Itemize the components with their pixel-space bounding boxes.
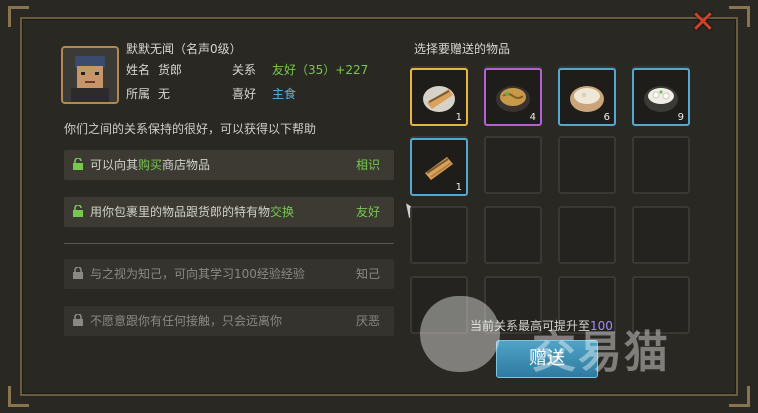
help-row-text: 可以向其购买商店物品 xyxy=(90,158,211,172)
watermark-text: 交易猫 xyxy=(532,327,670,378)
inventory-slot[interactable] xyxy=(632,206,690,264)
inventory-slot[interactable] xyxy=(484,136,542,194)
gift-item-slot[interactable]: 6 xyxy=(558,68,616,126)
relation-tag: 厌恶 xyxy=(355,314,380,328)
inventory-slot[interactable] xyxy=(484,206,542,264)
help-row-text: 与之视为知己，可向其学习100经验经验 xyxy=(90,267,305,281)
belong-label: 所属 xyxy=(126,87,151,101)
roll-food-icon xyxy=(423,86,455,112)
gift-panel-title: 选择要赠送的物品 xyxy=(414,42,511,56)
name-label: 姓名 xyxy=(126,63,151,77)
soup-bowl-icon xyxy=(644,86,678,112)
help-hint: 你们之间的关系保持的很好，可以获得以下帮助 xyxy=(64,122,317,136)
watermark-logo: 交易猫 xyxy=(420,296,720,386)
section-divider xyxy=(64,243,394,244)
npc-avatar xyxy=(61,46,119,104)
close-icon[interactable]: ✕ xyxy=(688,8,718,38)
help-row-text: 用你包裹里的物品跟货郎的特有物交换 xyxy=(90,205,295,219)
like-label: 喜好 xyxy=(232,87,257,101)
cat-logo-icon xyxy=(420,296,500,372)
gift-item-slot[interactable]: 1 xyxy=(410,138,468,196)
relation-tag: 友好 xyxy=(355,205,380,219)
belong-value: 无 xyxy=(158,87,171,101)
help-row-confidant: 与之视为知己，可向其学习100经验经验 知己 xyxy=(64,259,394,289)
unlock-icon xyxy=(73,158,83,170)
relation-label: 关系 xyxy=(232,63,257,77)
npc-fame-title: 默默无闻（名声0级） xyxy=(126,42,242,56)
like-value: 主食 xyxy=(272,87,297,101)
relation-tag: 相识 xyxy=(355,158,380,172)
inventory-slot[interactable] xyxy=(558,136,616,194)
help-row-hate: 不愿意跟你有任何接触，只会远离你 厌恶 xyxy=(64,306,394,336)
lock-icon xyxy=(73,267,83,279)
roll-food-icon xyxy=(425,157,453,180)
lock-icon xyxy=(73,314,83,326)
dialog-frame: ✕ 默默无闻（名声0级） 姓名 货郎 关系 友好（35）+227 所属 无 喜好… xyxy=(0,0,758,413)
name-value: 货郎 xyxy=(158,63,183,77)
corner-ornament xyxy=(8,6,29,27)
corner-ornament xyxy=(729,386,750,407)
relation-tag: 知己 xyxy=(355,267,380,281)
inventory-slot[interactable] xyxy=(558,206,616,264)
inventory-slot[interactable] xyxy=(632,136,690,194)
unlock-icon xyxy=(73,205,83,217)
relation-value: 友好（35）+227 xyxy=(272,63,369,77)
noodle-bowl-icon xyxy=(496,86,530,112)
corner-ornament xyxy=(8,386,29,407)
inventory-slot[interactable] xyxy=(410,206,468,264)
corner-ornament xyxy=(729,6,750,27)
rice-bowl-icon xyxy=(570,86,604,112)
gift-item-slot[interactable]: 4 xyxy=(484,68,542,126)
help-row-text: 不愿意跟你有任何接触，只会远离你 xyxy=(90,314,283,328)
help-row-buy: 可以向其购买商店物品 相识 xyxy=(64,150,394,180)
help-row-exchange: 用你包裹里的物品跟货郎的特有物交换 友好 xyxy=(64,197,394,227)
gift-item-slot[interactable]: 9 xyxy=(632,68,690,126)
gift-item-slot[interactable]: 1 xyxy=(410,68,468,126)
